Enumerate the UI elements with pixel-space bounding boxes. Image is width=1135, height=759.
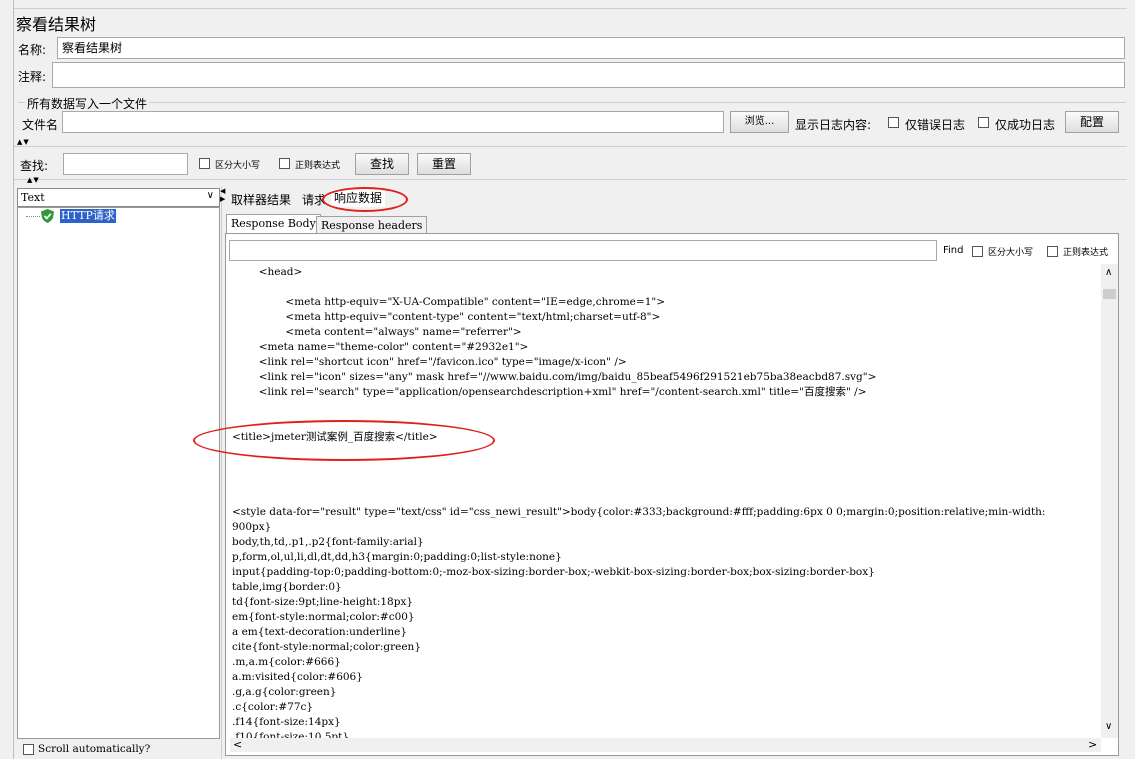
- filename-input[interactable]: [62, 111, 724, 133]
- response-line: 900px}: [232, 521, 272, 533]
- response-body-text[interactable]: <head> <meta http-equiv="X-UA-Compatible…: [230, 264, 1100, 738]
- name-label: 名称:: [18, 43, 47, 57]
- response-line: <meta content="always" name="referrer">: [232, 326, 522, 338]
- case-sensitive-label: 区分大小写: [215, 161, 261, 171]
- response-line: <link rel="search" type="application/ope…: [232, 386, 867, 398]
- response-case-checkbox[interactable]: [972, 246, 983, 257]
- renderer-select[interactable]: Text ∨: [17, 188, 220, 207]
- errors-only-checkbox[interactable]: [888, 117, 899, 128]
- response-line: .c{color:#77c}: [232, 701, 314, 713]
- response-find-input[interactable]: [229, 240, 937, 261]
- annotation-ellipse-tab: [322, 187, 408, 212]
- response-line: <link rel="icon" sizes="any" mask href="…: [232, 371, 877, 383]
- splitter-grip-2[interactable]: ▲▼: [27, 177, 40, 184]
- response-line: a.m:visited{color:#606}: [232, 671, 363, 683]
- splitter-line-1: [14, 146, 1127, 147]
- response-line: em{font-style:normal;color:#c00}: [232, 611, 415, 623]
- tree-item-http-request[interactable]: HTTP请求: [60, 209, 116, 223]
- regex-label: 正则表达式: [295, 161, 341, 171]
- response-line: cite{font-style:normal;color:green}: [232, 641, 422, 653]
- response-regex-checkbox[interactable]: [1047, 246, 1058, 257]
- response-line: table,img{border:0}: [232, 581, 342, 593]
- success-only-label: 仅成功日志: [995, 118, 1056, 132]
- tree-connector: [26, 216, 40, 218]
- vertical-scrollbar[interactable]: ∧ ∨: [1101, 264, 1118, 738]
- response-line: <meta http-equiv="content-type" content=…: [232, 311, 661, 323]
- name-input[interactable]: 察看结果树: [57, 37, 1125, 59]
- response-line: a em{text-decoration:underline}: [232, 626, 408, 638]
- file-group-title: 所有数据写入一个文件: [25, 95, 150, 112]
- errors-only-label: 仅错误日志: [905, 118, 966, 132]
- vertical-scroll-thumb[interactable]: [1103, 289, 1116, 299]
- response-line: <link rel="shortcut icon" href="/favicon…: [232, 356, 627, 368]
- regex-checkbox[interactable]: [279, 158, 290, 169]
- panel-title: 察看结果树: [16, 15, 97, 34]
- comment-input[interactable]: [52, 62, 1125, 88]
- response-line: <meta name="theme-color" content="#2932e…: [232, 341, 529, 353]
- log-content-label: 显示日志内容:: [795, 118, 872, 132]
- response-case-label: 区分大小写: [988, 248, 1034, 258]
- config-button[interactable]: 配置: [1065, 111, 1119, 133]
- browse-button[interactable]: 浏览...: [730, 111, 789, 133]
- comment-label: 注释:: [18, 70, 47, 84]
- tab-sampler-result[interactable]: 取样器结果: [228, 191, 294, 209]
- left-border: [13, 0, 14, 759]
- response-line: p,form,ol,ul,li,dl,dt,dd,h3{margin:0;pad…: [232, 551, 562, 563]
- response-line: <head>: [232, 266, 303, 278]
- filename-label: 文件名: [22, 118, 59, 132]
- response-regex-label: 正则表达式: [1063, 248, 1109, 258]
- vertical-splitter[interactable]: [221, 186, 222, 759]
- find-label: 查找:: [20, 159, 49, 173]
- success-shield-icon: [41, 209, 54, 223]
- response-line: .f10{font-size:10.5pt}: [232, 731, 350, 738]
- scroll-up-icon[interactable]: ∧: [1105, 267, 1112, 278]
- splitter-grip-1[interactable]: ▲▼: [17, 139, 30, 146]
- response-find-label: Find: [943, 245, 964, 256]
- response-line: td{font-size:9pt;line-height:18px}: [232, 596, 414, 608]
- vertical-splitter-grip[interactable]: ◀ ▶: [220, 187, 225, 203]
- annotation-ellipse-title: [193, 420, 495, 461]
- response-line: .g,a.g{color:green}: [232, 686, 337, 698]
- response-line: .m,a.m{color:#666}: [232, 656, 341, 668]
- response-line: input{padding-top:0;padding-bottom:0;-mo…: [232, 566, 875, 578]
- scroll-left-icon[interactable]: <: [233, 738, 242, 751]
- scroll-down-icon[interactable]: ∨: [1105, 721, 1112, 732]
- case-sensitive-checkbox[interactable]: [199, 158, 210, 169]
- response-line: body,th,td,.p1,.p2{font-family:arial}: [232, 536, 424, 548]
- response-line: .f14{font-size:14px}: [232, 716, 341, 728]
- horizontal-scrollbar[interactable]: < >: [230, 738, 1101, 752]
- results-tree[interactable]: HTTP请求: [17, 207, 220, 739]
- top-divider: [14, 8, 1127, 9]
- response-line: <style data-for="result" type="text/css"…: [232, 506, 1046, 518]
- search-button[interactable]: 查找: [355, 153, 409, 175]
- scroll-auto-label: Scroll automatically?: [38, 743, 151, 755]
- find-input[interactable]: [63, 153, 188, 175]
- chevron-down-icon: ∨: [206, 190, 214, 201]
- response-line: <meta http-equiv="X-UA-Compatible" conte…: [232, 296, 665, 308]
- subtab-response-body[interactable]: Response Body: [226, 214, 321, 233]
- scroll-right-icon[interactable]: >: [1088, 738, 1097, 751]
- splitter-line-2: [14, 179, 1127, 180]
- scroll-auto-checkbox[interactable]: [23, 744, 34, 755]
- reset-button[interactable]: 重置: [417, 153, 471, 175]
- success-only-checkbox[interactable]: [978, 117, 989, 128]
- file-group-border: [18, 102, 1126, 103]
- renderer-select-value: Text: [21, 191, 45, 204]
